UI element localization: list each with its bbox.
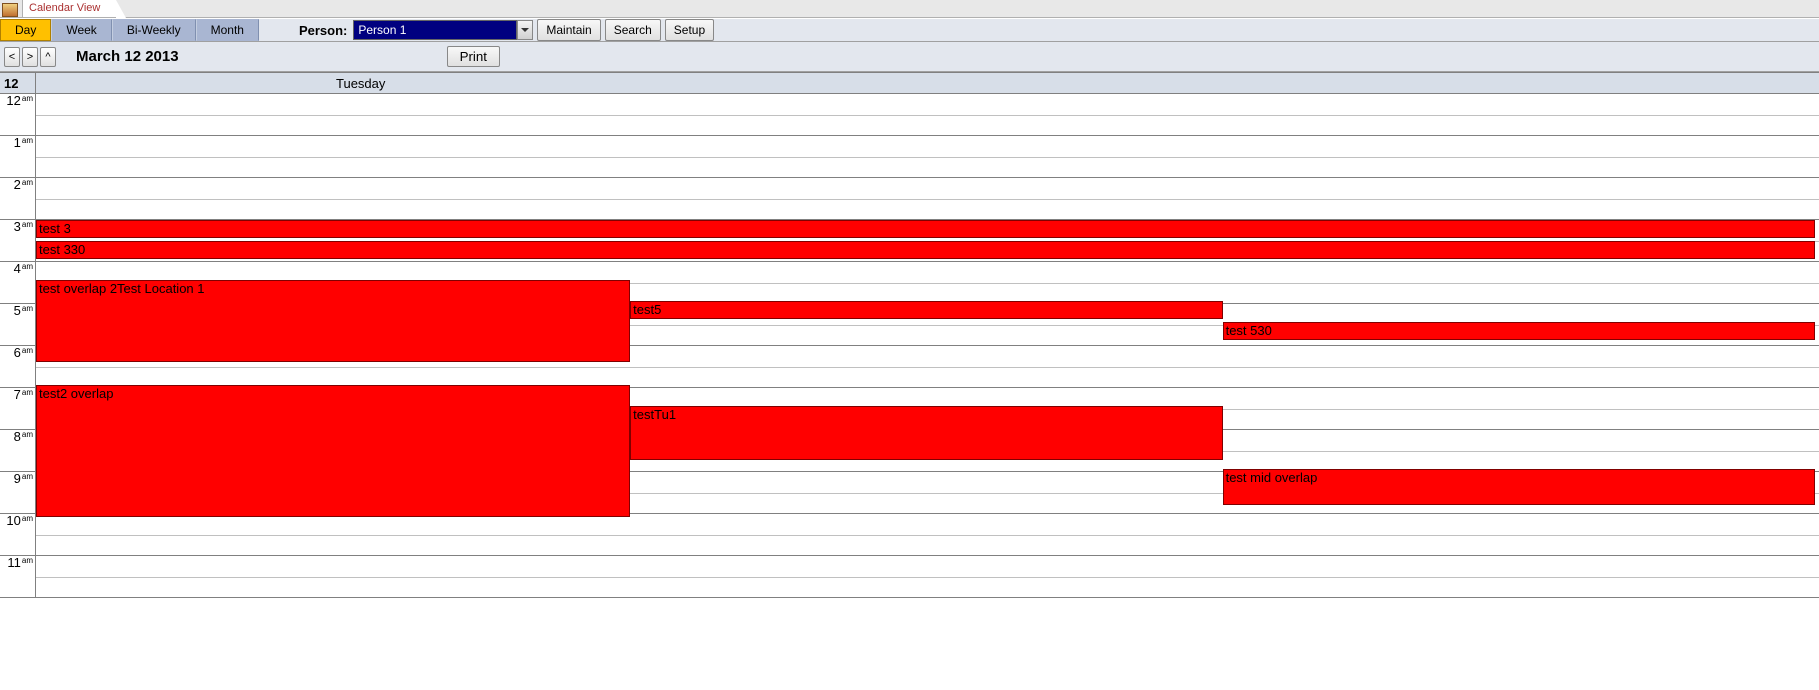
event-label: test 3 (39, 221, 71, 236)
hour-label: 5am (0, 304, 36, 346)
hour-number: 5 (14, 303, 21, 318)
event-label: test 330 (39, 242, 85, 257)
hour-label: 12am (0, 94, 36, 136)
day-grid: 12am1am2am3am4am5am6am7am8am9am10am11am … (0, 94, 1819, 598)
chevron-down-icon (521, 26, 529, 34)
day-name: Tuesday (36, 73, 1819, 93)
app-icon (2, 3, 18, 17)
maintain-button[interactable]: Maintain (537, 19, 600, 41)
hour-number: 10 (6, 513, 20, 528)
search-button[interactable]: Search (605, 19, 661, 41)
hour-ampm: am (22, 94, 33, 103)
calendar-event[interactable]: test 330 (36, 241, 1815, 259)
day-number: 12 (0, 73, 36, 93)
hour-label: 1am (0, 136, 36, 178)
nav-buttons: < > ^ (4, 47, 56, 67)
hour-number: 8 (14, 429, 21, 444)
hour-number: 4 (14, 261, 21, 276)
hour-label: 8am (0, 430, 36, 472)
hour-number: 3 (14, 219, 21, 234)
hour-ampm: am (22, 346, 33, 355)
hour-label: 10am (0, 514, 36, 556)
hour-number: 6 (14, 345, 21, 360)
hour-number: 9 (14, 471, 21, 486)
hour-ampm: am (22, 262, 33, 271)
hour-label: 2am (0, 178, 36, 220)
hour-number: 7 (14, 387, 21, 402)
event-label: testTu1 (633, 407, 676, 422)
calendar-event[interactable]: test 3 (36, 220, 1815, 238)
calendar-event[interactable]: test2 overlap (36, 385, 630, 517)
calendar-event[interactable]: test mid overlap (1223, 469, 1815, 505)
person-dropdown-icon[interactable] (517, 20, 533, 40)
event-label: test2 overlap (39, 386, 113, 401)
calendar-event[interactable]: test5 (630, 301, 1222, 319)
nav-up-button[interactable]: ^ (40, 47, 56, 67)
hour-number: 11 (7, 555, 21, 570)
hour-ampm: am (22, 388, 33, 397)
hour-label: 4am (0, 262, 36, 304)
hour-ampm: am (22, 178, 33, 187)
event-label: test mid overlap (1226, 470, 1318, 485)
view-month-button[interactable]: Month (196, 19, 259, 41)
date-title: March 12 2013 (76, 48, 179, 65)
hour-label: 9am (0, 472, 36, 514)
person-selected-value[interactable]: Person 1 (353, 20, 517, 40)
tab-label: Calendar View (29, 2, 100, 14)
view-day-button[interactable]: Day (0, 19, 51, 41)
person-combobox[interactable]: Person 1 (353, 20, 533, 40)
hour-label: 7am (0, 388, 36, 430)
hour-number: 1 (14, 135, 21, 150)
tab-bar: Calendar View (0, 0, 1819, 18)
calendar-event[interactable]: test 530 (1223, 322, 1815, 340)
nav-next-button[interactable]: > (22, 47, 38, 67)
calendar-event[interactable]: testTu1 (630, 406, 1222, 460)
hour-ampm: am (22, 136, 33, 145)
hour-label: 6am (0, 346, 36, 388)
hour-ampm: am (22, 430, 33, 439)
setup-button[interactable]: Setup (665, 19, 714, 41)
hour-ampm: am (22, 514, 33, 523)
tab-calendar-view[interactable]: Calendar View (22, 0, 116, 17)
subheader: < > ^ March 12 2013 Print (0, 42, 1819, 72)
hour-ampm: am (22, 556, 33, 565)
hour-label: 11am (0, 556, 36, 598)
nav-prev-button[interactable]: < (4, 47, 20, 67)
hour-ampm: am (22, 220, 33, 229)
toolbar: Day Week Bi-Weekly Month Person: Person … (0, 18, 1819, 42)
hour-number: 12 (6, 93, 20, 108)
event-label: test overlap 2Test Location 1 (39, 281, 205, 296)
day-header: 12 Tuesday (0, 72, 1819, 94)
view-week-button[interactable]: Week (51, 19, 111, 41)
calendar-event[interactable]: test overlap 2Test Location 1 (36, 280, 630, 362)
hour-ampm: am (22, 304, 33, 313)
view-biweekly-button[interactable]: Bi-Weekly (112, 19, 196, 41)
hour-number: 2 (14, 177, 21, 192)
event-label: test 530 (1226, 323, 1272, 338)
person-label: Person: (299, 23, 347, 38)
print-button[interactable]: Print (447, 46, 500, 67)
hour-ampm: am (22, 472, 33, 481)
hour-label: 3am (0, 220, 36, 262)
event-label: test5 (633, 302, 661, 317)
